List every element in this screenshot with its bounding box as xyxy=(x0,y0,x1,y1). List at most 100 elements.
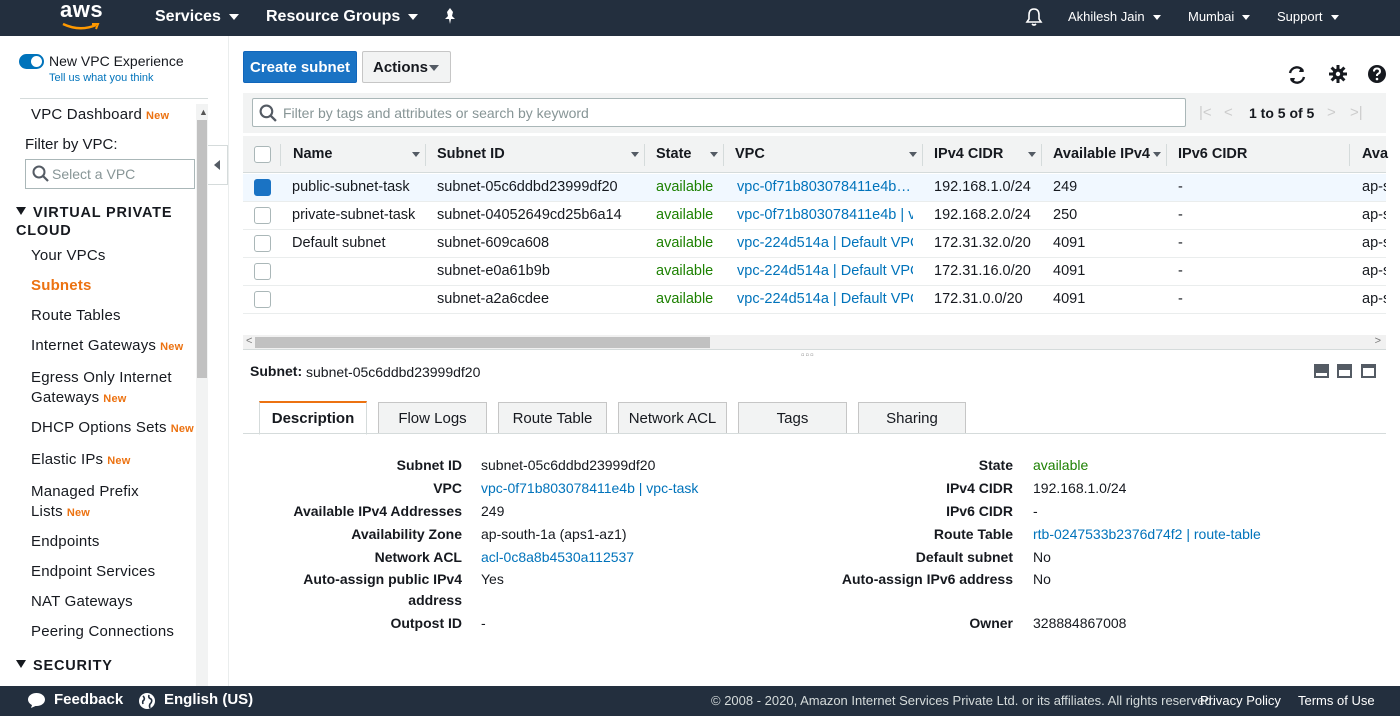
cell-ipv6-cidr: - xyxy=(1178,291,1183,307)
last-page-icon[interactable]: >| xyxy=(1350,104,1363,121)
region-name: Mumbai xyxy=(1188,9,1235,24)
section-virtual-private-cloud[interactable]: VIRTUAL PRIVATE CLOUD xyxy=(16,204,196,240)
row-checkbox[interactable] xyxy=(254,291,271,308)
sidebar-item-nat-gateways[interactable]: NAT Gateways xyxy=(31,593,133,610)
scroll-left-icon[interactable]: < xyxy=(246,335,252,347)
table-row[interactable]: subnet-a2a6cdee available vpc-224d514a |… xyxy=(243,286,1386,314)
value-route-table-link[interactable]: rtb-0247533b2376d74f2 | route-table xyxy=(1033,524,1261,545)
scroll-right-icon[interactable]: > xyxy=(1375,335,1381,347)
sidebar-item-endpoint-services[interactable]: Endpoint Services xyxy=(31,563,155,580)
table-row[interactable]: public-subnet-task subnet-05c6ddbd23999d… xyxy=(243,174,1386,202)
layout-full-icon[interactable] xyxy=(1361,364,1376,378)
user-menu[interactable]: Akhilesh Jain xyxy=(1068,0,1161,36)
collapse-sidebar-button[interactable] xyxy=(208,145,228,185)
layout-bottom-icon[interactable] xyxy=(1314,364,1329,378)
scrollbar-thumb[interactable] xyxy=(197,120,207,378)
tab-sharing[interactable]: Sharing xyxy=(858,402,966,434)
sidebar-item-subnets[interactable]: Subnets xyxy=(31,277,92,294)
collapse-triangle-icon xyxy=(16,660,26,668)
section-security[interactable]: SECURITY xyxy=(16,657,113,675)
first-page-icon[interactable]: |< xyxy=(1199,104,1212,121)
next-page-icon[interactable]: > xyxy=(1327,104,1336,121)
feedback-link[interactable]: Tell us what you think xyxy=(49,72,154,84)
sort-caret-icon[interactable] xyxy=(631,152,639,157)
sort-caret-icon[interactable] xyxy=(412,152,420,157)
sidebar-item-endpoints[interactable]: Endpoints xyxy=(31,533,100,550)
column-header-availability-zone[interactable]: Ava xyxy=(1362,136,1388,173)
detail-subnet-value: subnet-05c6ddbd23999df20 xyxy=(306,364,481,380)
row-checkbox[interactable] xyxy=(254,207,271,224)
resource-groups-menu[interactable]: Resource Groups xyxy=(266,0,419,36)
column-header-name[interactable]: Name xyxy=(293,136,333,173)
layout-split-icon[interactable] xyxy=(1337,364,1352,378)
tab-tags[interactable]: Tags xyxy=(738,402,847,434)
row-checkbox[interactable] xyxy=(254,263,271,280)
column-header-ipv4-cidr[interactable]: IPv4 CIDR xyxy=(934,136,1003,173)
gear-icon[interactable] xyxy=(1328,64,1348,84)
refresh-icon[interactable] xyxy=(1287,65,1307,85)
cell-vpc-link[interactable]: vpc-224d514a | Default VPC xyxy=(737,286,913,313)
column-header-ipv6-cidr[interactable]: IPv6 CIDR xyxy=(1178,136,1247,173)
sidebar-item-egress-only-internet-gateways[interactable]: Egress Only Internet Gateways New xyxy=(31,368,191,409)
language-selector[interactable]: English (US) xyxy=(164,691,253,708)
scrollbar-thumb[interactable] xyxy=(255,337,710,348)
column-header-available-ipv4[interactable]: Available IPv4 xyxy=(1053,136,1150,173)
aws-logo[interactable]: aws xyxy=(60,0,103,36)
terms-of-use-link[interactable]: Terms of Use xyxy=(1298,693,1375,708)
sidebar-item-elastic-ips[interactable]: Elastic IPs New xyxy=(31,451,130,468)
cell-vpc-link[interactable]: vpc-224d514a | Default VPC xyxy=(737,258,913,285)
notifications-bell-icon[interactable] xyxy=(1025,7,1043,27)
column-separator xyxy=(1349,144,1350,166)
column-header-vpc[interactable]: VPC xyxy=(735,136,765,173)
tab-description[interactable]: Description xyxy=(259,401,367,435)
column-header-state[interactable]: State xyxy=(656,136,691,173)
row-checkbox[interactable] xyxy=(254,179,271,196)
sidebar-item-managed-prefix-lists[interactable]: Managed Prefix Lists New xyxy=(31,482,161,523)
column-header-subnet-id[interactable]: Subnet ID xyxy=(437,136,505,173)
sidebar-item-internet-gateways[interactable]: Internet Gateways New xyxy=(31,337,183,354)
tab-flow-logs[interactable]: Flow Logs xyxy=(378,402,487,434)
support-menu[interactable]: Support xyxy=(1277,0,1339,36)
region-menu[interactable]: Mumbai xyxy=(1188,0,1251,36)
new-vpc-experience-toggle[interactable] xyxy=(19,54,44,69)
value-network-acl-link[interactable]: acl-0c8a8b4530a112537 xyxy=(481,547,634,568)
cell-vpc-link[interactable]: vpc-224d514a | Default VPC xyxy=(737,230,913,257)
detail-subnet-label: Subnet: xyxy=(250,363,303,379)
sort-caret-icon[interactable] xyxy=(1028,152,1036,157)
table-horizontal-scrollbar[interactable]: < > xyxy=(243,335,1386,350)
panel-resize-handle[interactable]: ▫▫▫ xyxy=(801,350,815,361)
search-input[interactable] xyxy=(252,98,1186,127)
pin-icon[interactable] xyxy=(442,7,458,27)
tab-network-acl[interactable]: Network ACL xyxy=(618,402,727,434)
sidebar-item-your-vpcs[interactable]: Your VPCs xyxy=(31,247,106,264)
sidebar-item-vpc-dashboard[interactable]: VPC Dashboard New xyxy=(31,106,169,123)
tab-route-table[interactable]: Route Table xyxy=(498,402,607,434)
table-row[interactable]: private-subnet-task subnet-04052649cd25b… xyxy=(243,202,1386,230)
table-row[interactable]: subnet-e0a61b9b available vpc-224d514a |… xyxy=(243,258,1386,286)
vpc-filter-select[interactable]: Select a VPC xyxy=(25,159,195,189)
cell-vpc-link[interactable]: vpc-0f71b803078411e4b | vpc-task xyxy=(737,202,913,229)
privacy-policy-link[interactable]: Privacy Policy xyxy=(1200,693,1281,708)
help-icon[interactable] xyxy=(1367,64,1387,84)
actions-dropdown-button[interactable]: Actions xyxy=(362,51,451,83)
value-vpc-link[interactable]: vpc-0f71b803078411e4b | vpc-task xyxy=(481,478,698,499)
sidebar-item-label: Egress Only Internet Gateways xyxy=(31,369,172,406)
sidebar-item-peering-connections[interactable]: Peering Connections xyxy=(31,623,174,640)
create-subnet-button[interactable]: Create subnet xyxy=(243,51,357,83)
sort-caret-icon[interactable] xyxy=(1153,152,1161,157)
sort-caret-icon[interactable] xyxy=(710,152,718,157)
row-checkbox[interactable] xyxy=(254,235,271,252)
sort-caret-icon[interactable] xyxy=(909,152,917,157)
previous-page-icon[interactable]: < xyxy=(1224,104,1233,121)
table-row[interactable]: Default subnet subnet-609ca608 available… xyxy=(243,230,1386,258)
column-separator xyxy=(425,144,426,166)
scroll-up-icon[interactable]: ▲ xyxy=(199,107,208,117)
services-menu[interactable]: Services xyxy=(155,0,239,36)
sidebar-scrollbar[interactable]: ▲ xyxy=(196,104,208,686)
sidebar-item-dhcp-options-sets[interactable]: DHCP Options Sets New xyxy=(31,419,194,436)
cell-available-ipv4: 250 xyxy=(1053,207,1078,223)
cell-vpc-link[interactable]: vpc-0f71b803078411e4b | vpc-task xyxy=(737,174,913,201)
select-all-checkbox[interactable] xyxy=(254,146,271,163)
sidebar-item-route-tables[interactable]: Route Tables xyxy=(31,307,121,324)
feedback-link[interactable]: Feedback xyxy=(54,691,123,708)
